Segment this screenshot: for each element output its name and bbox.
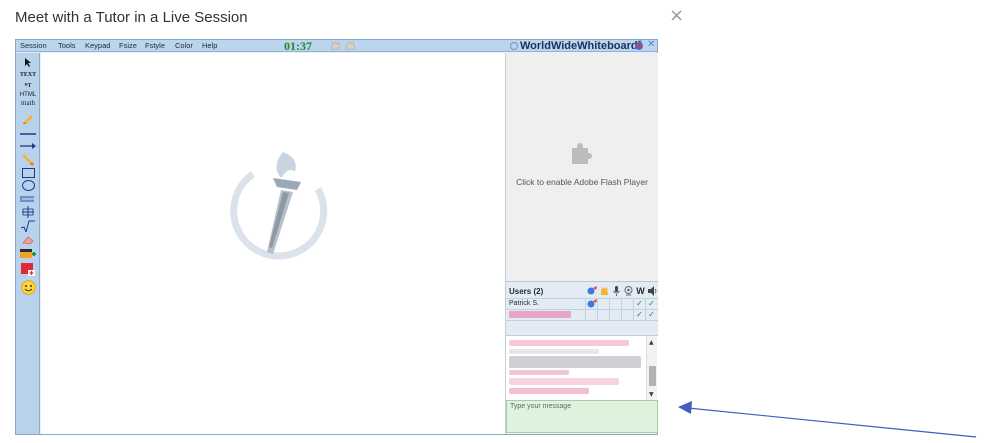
brand-logo: WorldWideWhiteboard® (510, 40, 642, 52)
square-root-icon[interactable] (18, 219, 38, 232)
whiteboard-permission-check[interactable]: ✓ (634, 298, 645, 309)
close-whiteboard-icon[interactable]: ✕ (647, 39, 655, 50)
whiteboard-app: Session Tools Keypad Fsize Fstyle Color … (15, 39, 658, 435)
whiteboard-permission-header: W (636, 285, 645, 296)
brand-name: WorldWideWhiteboard (520, 40, 638, 52)
chat-message-input[interactable]: Type your message (506, 400, 658, 433)
puzzle-plugin-icon (572, 143, 592, 164)
menu-keypad[interactable]: Keypad (85, 41, 110, 50)
globe-icon (510, 42, 518, 50)
math-tool[interactable]: math (18, 97, 38, 110)
users-grid-divider (597, 298, 598, 320)
audio-permission-check[interactable]: ✓ (646, 309, 657, 320)
eraser-icon[interactable] (18, 233, 38, 246)
highlighter-icon[interactable] (18, 153, 38, 166)
redacted-chat-line (509, 388, 589, 394)
page: Meet with a Tutor in a Live Session × Se… (0, 0, 989, 443)
user-mouse-icon (586, 298, 597, 309)
graph-tool-icon[interactable] (18, 192, 38, 205)
redacted-chat-line (509, 378, 619, 385)
select-tool-icon[interactable] (18, 55, 38, 68)
user-name-redacted[interactable] (509, 311, 571, 318)
menu-tools[interactable]: Tools (58, 41, 76, 50)
users-grid-divider (621, 298, 622, 320)
hand-raise-icon (599, 285, 610, 296)
user-name[interactable]: Patrick S. (509, 300, 539, 307)
insert-image-icon[interactable] (18, 247, 38, 260)
scroll-thumb[interactable] (649, 366, 656, 386)
tutor-session-modal: Meet with a Tutor in a Live Session × Se… (0, 0, 690, 443)
whiteboard-canvas[interactable] (41, 53, 505, 434)
torch-watermark-icon (230, 152, 328, 260)
redacted-chat-line (509, 340, 629, 346)
menu-session[interactable]: Session (20, 41, 47, 50)
session-side-panel: Click to enable Adobe Flash Player Users… (505, 53, 658, 434)
microphone-icon (611, 285, 622, 296)
scroll-up-icon[interactable]: ▲ (649, 339, 654, 346)
menu-fsize[interactable]: Fsize (119, 41, 137, 50)
drawing-toolbar: TEXT ᴷT HTML math (16, 53, 40, 434)
webcam-icon (623, 285, 634, 296)
enable-flash-link[interactable]: Click to enable Adobe Flash Player (506, 177, 658, 187)
menu-help[interactable]: Help (202, 41, 217, 50)
speaker-icon (646, 285, 657, 296)
audio-permission-check[interactable]: ✓ (646, 298, 657, 309)
menu-fstyle[interactable]: Fstyle (145, 41, 165, 50)
math-tool-label: math (21, 99, 35, 107)
users-panel: Users (2) W Patrick S. ✓ ✓ ✓ ✓ (506, 281, 658, 335)
chat-log: ▲ ▼ (506, 335, 658, 400)
mouse-pointer-icon (586, 285, 597, 296)
whiteboard-menubar: Session Tools Keypad Fsize Fstyle Color … (16, 39, 657, 53)
leave-session-icon[interactable] (634, 41, 644, 51)
new-page-icon[interactable] (18, 263, 38, 276)
rectangle-tool-icon[interactable] (18, 166, 38, 179)
users-grid-divider (609, 298, 610, 320)
chat-scrollbar[interactable]: ▲ ▼ (646, 336, 657, 400)
redacted-chat-line (509, 370, 569, 375)
menu-color[interactable]: Color (175, 41, 193, 50)
pencil-icon[interactable] (18, 111, 38, 124)
arrow-tool-icon[interactable] (18, 139, 38, 152)
modal-title: Meet with a Tutor in a Live Session (15, 9, 248, 26)
users-grid-divider (506, 320, 658, 321)
raise-hand-icon[interactable] (330, 41, 341, 50)
lower-hand-icon[interactable] (345, 41, 356, 50)
ellipse-tool-icon[interactable] (18, 179, 38, 192)
redacted-chat-line (509, 349, 599, 354)
redacted-chat-line (509, 356, 641, 368)
whiteboard-permission-check[interactable]: ✓ (634, 309, 645, 320)
session-timer: 01:37 (284, 39, 312, 53)
scroll-down-icon[interactable]: ▼ (649, 391, 654, 398)
users-header: Users (2) (509, 287, 544, 296)
flash-video-area[interactable]: Click to enable Adobe Flash Player (506, 53, 658, 281)
smiley-icon[interactable] (18, 279, 38, 295)
text-tool-label: TEXT (19, 71, 37, 78)
close-icon[interactable]: × (669, 7, 684, 25)
number-line-icon[interactable] (18, 205, 38, 218)
